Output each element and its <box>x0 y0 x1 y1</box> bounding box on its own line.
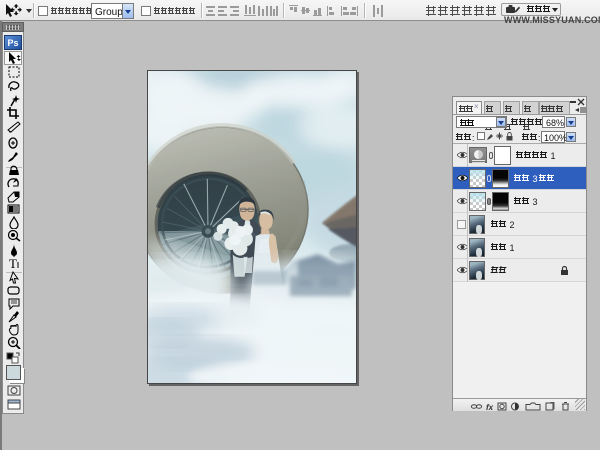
svg-text:fx: fx <box>486 403 494 411</box>
svg-text:T: T <box>9 257 17 270</box>
